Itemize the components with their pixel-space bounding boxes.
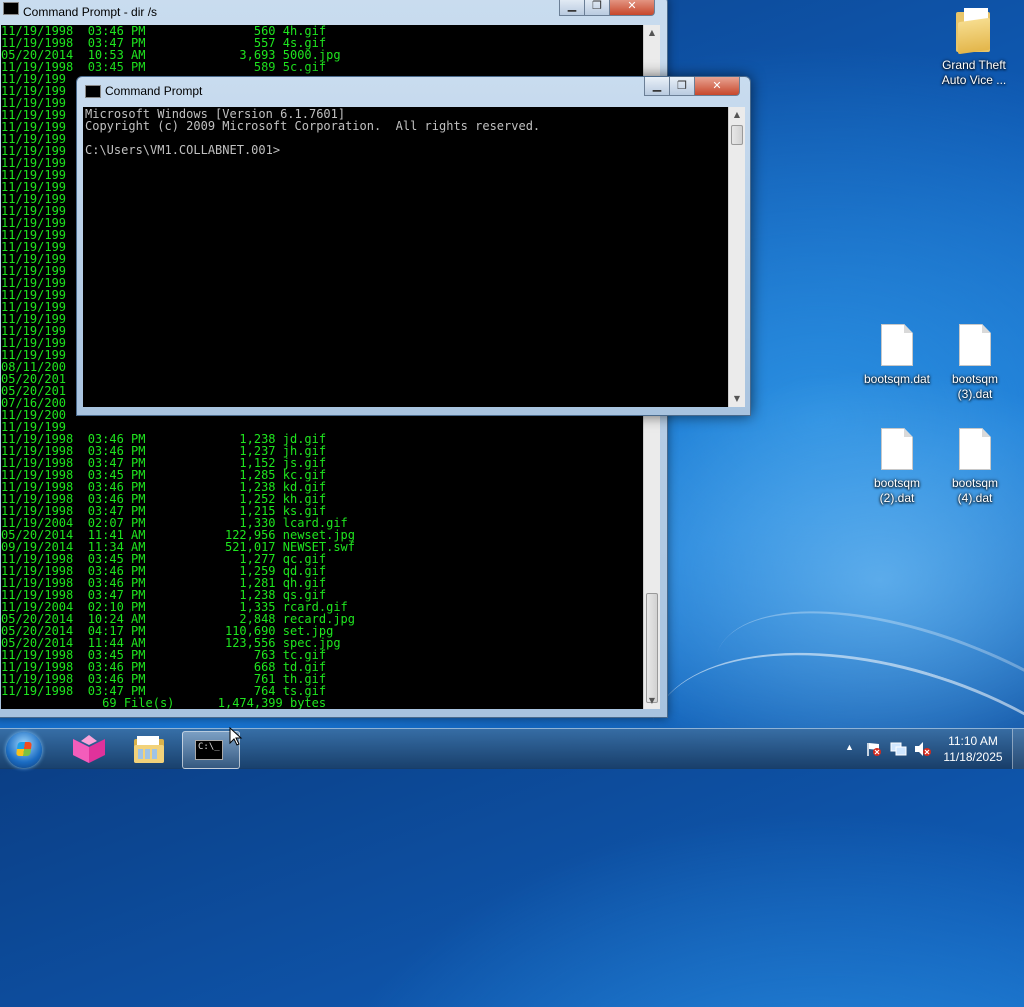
close-button[interactable]: ✕ — [694, 77, 740, 96]
pink-app-icon — [73, 735, 105, 763]
start-button[interactable] — [6, 732, 42, 768]
show-hidden-icons-button[interactable]: ▲ — [845, 742, 854, 752]
console-line: C:\Users\VM1.COLLABNET.001> — [85, 143, 281, 157]
taskbar-explorer[interactable] — [122, 731, 176, 767]
desktop-icon-bootsqm[interactable]: bootsqm.dat — [855, 324, 939, 387]
desktop-icon-label: Grand Theft Auto Vice ... — [941, 58, 1007, 87]
maximize-button[interactable]: ❐ — [669, 77, 695, 96]
cmd-window-prompt[interactable]: Command Prompt ▁ ❐ ✕ Microsoft Windows [… — [76, 76, 751, 416]
cmd-icon: C:\_ — [195, 740, 223, 760]
file-icon — [959, 428, 991, 470]
dir-row: 69 File(s) 1,474,399 bytes — [1, 696, 327, 709]
minimize-button[interactable]: ▁ — [644, 77, 670, 96]
file-icon — [881, 428, 913, 470]
desktop-icon-folder-gta[interactable]: Grand Theft Auto Vice ... — [932, 6, 1016, 88]
folder-icon — [954, 6, 994, 55]
scroll-down-arrow-icon[interactable]: ▼ — [729, 391, 745, 407]
cmd-icon — [85, 85, 101, 98]
desktop-icon-bootsqm-2[interactable]: bootsqm (2).dat — [855, 428, 939, 506]
explorer-folder-icon — [134, 736, 164, 763]
window-title: Command Prompt — [105, 84, 203, 98]
network-icon[interactable] — [890, 741, 908, 757]
scroll-up-arrow-icon[interactable]: ▲ — [644, 25, 660, 41]
scroll-thumb[interactable] — [646, 593, 658, 703]
console-output[interactable]: Microsoft Windows [Version 6.1.7601] Copy… — [83, 107, 728, 407]
mouse-cursor-icon — [229, 727, 243, 746]
clock-date[interactable]: 11/18/2025 — [940, 750, 1006, 764]
maximize-button[interactable]: ❐ — [584, 0, 610, 16]
scroll-down-arrow-icon[interactable]: ▼ — [644, 693, 660, 709]
show-desktop-button[interactable] — [1012, 729, 1024, 769]
minimize-button[interactable]: ▁ — [559, 0, 585, 16]
taskbar-app-pink[interactable] — [62, 731, 116, 767]
file-icon — [959, 324, 991, 366]
cmd-icon — [3, 2, 19, 15]
taskbar: C:\_ ▲ 11:10 AM 11/18/2025 — [0, 728, 1024, 769]
vertical-scrollbar[interactable]: ▲ ▼ — [728, 107, 745, 407]
file-icon — [881, 324, 913, 366]
console-line: Copyright (c) 2009 Microsoft Corporation… — [85, 119, 541, 133]
action-center-flag-icon[interactable] — [866, 741, 882, 757]
desktop-icon-bootsqm-3[interactable]: bootsqm (3).dat — [933, 324, 1017, 402]
prompt-text: Microsoft Windows [Version 6.1.7601] Copy… — [83, 107, 728, 157]
desktop-icon-label: bootsqm (2).dat — [873, 476, 921, 505]
close-button[interactable]: ✕ — [609, 0, 655, 16]
window-title: Command Prompt - dir /s — [23, 5, 158, 19]
desktop-icon-label: bootsqm.dat — [863, 372, 931, 386]
scroll-thumb[interactable] — [731, 125, 743, 145]
scroll-up-arrow-icon[interactable]: ▲ — [729, 107, 745, 123]
desktop-icon-label: bootsqm (3).dat — [951, 372, 999, 401]
volume-muted-icon[interactable] — [914, 741, 932, 757]
desktop-icon-label: bootsqm (4).dat — [951, 476, 999, 505]
desktop-icon-bootsqm-4[interactable]: bootsqm (4).dat — [933, 428, 1017, 506]
clock-time[interactable]: 11:10 AM — [940, 734, 1006, 748]
